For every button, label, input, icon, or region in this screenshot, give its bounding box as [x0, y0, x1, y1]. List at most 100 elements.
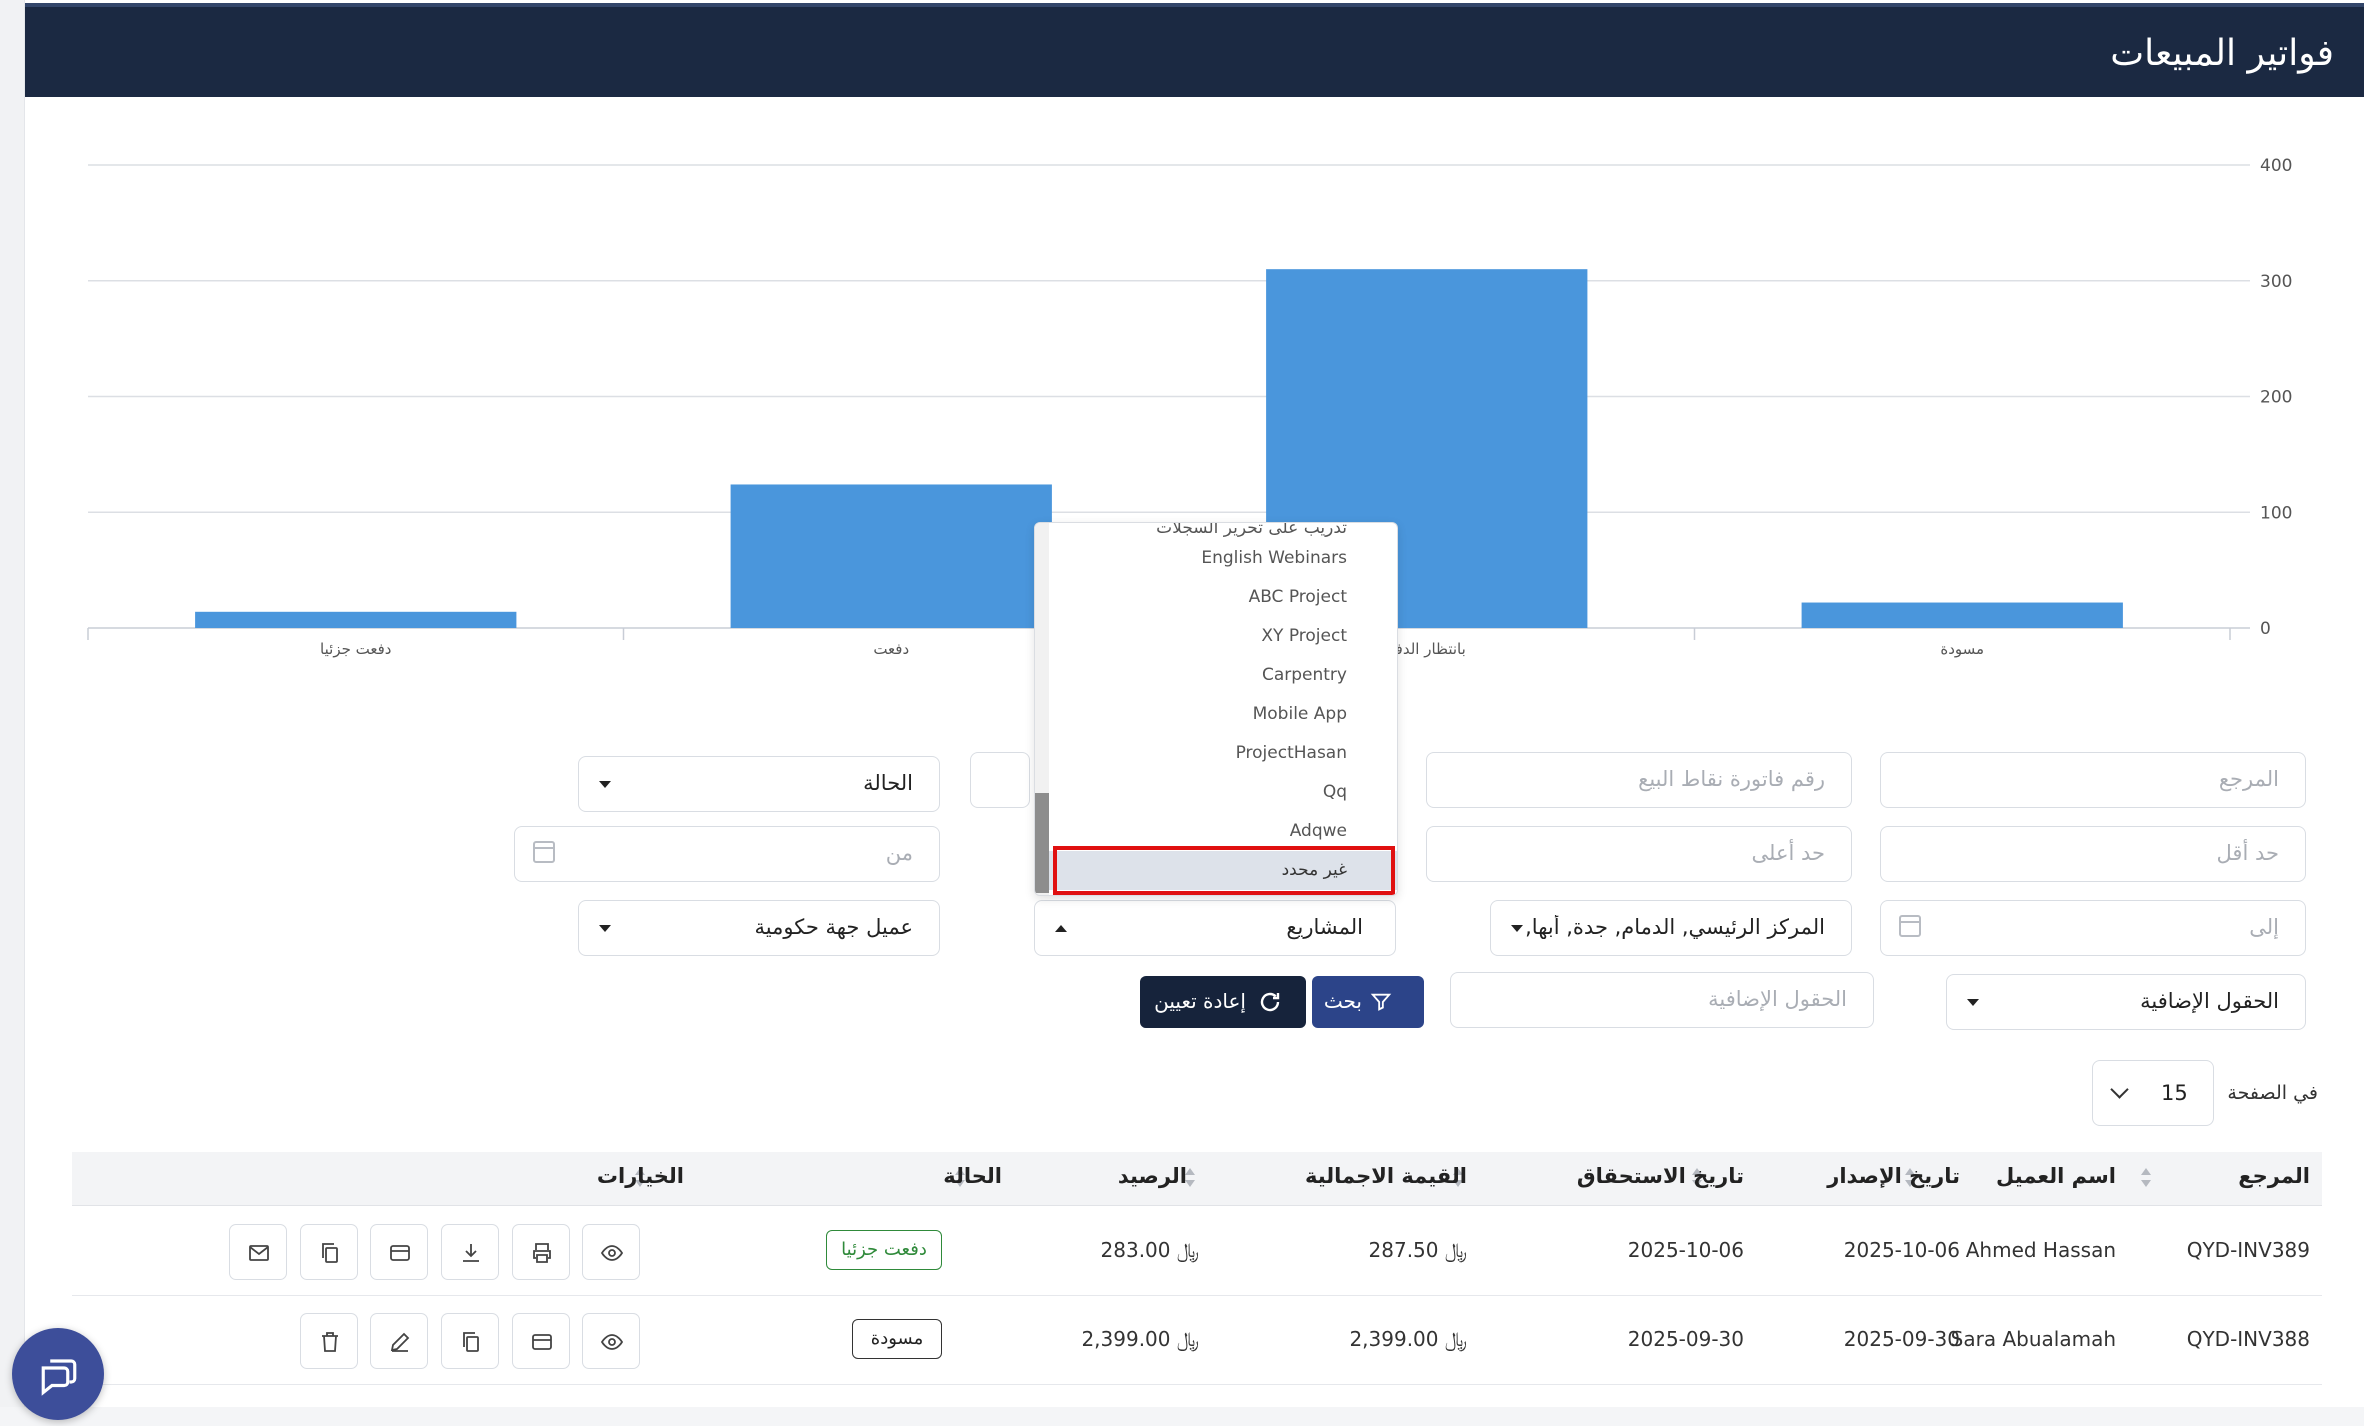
scrollbar-thumb[interactable]: [1035, 793, 1049, 893]
table-row[interactable]: [72, 1386, 2322, 1426]
view-button[interactable]: [582, 1224, 640, 1280]
pencil-icon: [390, 1332, 410, 1352]
extra-fields-select[interactable]: الحقول الإضافية: [1946, 974, 2306, 1030]
hidden-filter-input[interactable]: [970, 752, 1030, 808]
printer-icon: [533, 1243, 551, 1263]
dropdown-option-english-webinars[interactable]: English Webinars: [1049, 539, 1397, 578]
status-badge: مسودة: [852, 1319, 942, 1359]
extra-fields-input[interactable]: الحقول الإضافية: [1450, 972, 1874, 1028]
eye-icon: [600, 1334, 624, 1350]
download-icon: [463, 1244, 479, 1262]
table-row[interactable]: QYD-INV389 Ahmed Hassan 2025-10-06 2025-…: [72, 1208, 2322, 1296]
caret-up-icon: [1055, 925, 1067, 932]
date-to-input[interactable]: إلى: [1880, 900, 2306, 956]
th-total[interactable]: القيمة الاجمالية: [1305, 1164, 1467, 1188]
chat-icon: [41, 1359, 77, 1396]
status-select[interactable]: الحالة: [578, 756, 940, 812]
eye-icon: [600, 1245, 624, 1261]
page-title: فواتير المبيعات: [2110, 33, 2334, 74]
pos-invoice-placeholder: رقم فاتورة نقاط البيع: [1638, 767, 1825, 791]
cell-issue-date: 2025-10-06: [1843, 1238, 1960, 1262]
min-amount-input[interactable]: حد أقل: [1880, 826, 2306, 882]
download-button[interactable]: [441, 1224, 499, 1280]
max-amount-input[interactable]: حد أعلى: [1426, 826, 1852, 882]
th-status[interactable]: الحالة: [943, 1164, 1002, 1188]
bar: [730, 484, 1052, 628]
y-tick-label: 300: [2260, 272, 2292, 292]
cell-balance: 283.00 ﷼: [1100, 1238, 1199, 1262]
cell-reference[interactable]: QYD-INV389: [2187, 1238, 2310, 1262]
cell-total: 287.50 ﷼: [1368, 1238, 1467, 1262]
per-page-select[interactable]: 15: [2092, 1060, 2214, 1126]
sort-icon[interactable]: [2141, 1168, 2151, 1190]
dropdown-option-abc-project[interactable]: ABC Project: [1049, 578, 1397, 617]
view-button[interactable]: [582, 1313, 640, 1369]
th-customer[interactable]: اسم العميل: [1996, 1164, 2116, 1188]
th-reference[interactable]: المرجع: [2238, 1164, 2310, 1188]
chevron-down-icon: [2110, 1080, 2129, 1099]
x-tick-label: دفعت جزئيا: [320, 640, 391, 658]
caret-down-icon: [599, 781, 611, 788]
branches-select-value: المركز الرئيسي, الدمام, جدة, أبها, الف: [1525, 915, 1825, 939]
status-badge: دفعت جزئيا: [826, 1230, 942, 1270]
table-row[interactable]: QYD-INV388 Sara Abualamah 2025-09-30 202…: [72, 1297, 2322, 1385]
projects-select[interactable]: المشاريع: [1034, 900, 1396, 956]
pos-invoice-input[interactable]: رقم فاتورة نقاط البيع: [1426, 752, 1852, 808]
dropdown-scrollbar[interactable]: [1035, 523, 1049, 895]
date-from-placeholder: من: [885, 841, 913, 865]
y-tick-label: 100: [2260, 503, 2292, 523]
dropdown-option-xy-project[interactable]: XY Project: [1049, 617, 1397, 656]
cell-due-date: 2025-10-06: [1627, 1238, 1744, 1262]
chat-button[interactable]: [12, 1328, 104, 1420]
reset-button-label: إعادة تعيين: [1154, 989, 1246, 1013]
projects-select-value: المشاريع: [1286, 915, 1363, 939]
reference-input[interactable]: المرجع: [1880, 752, 2306, 808]
delete-button[interactable]: [300, 1313, 358, 1369]
credit-card-icon: [390, 1245, 410, 1261]
per-page-value: 15: [2161, 1081, 2188, 1105]
projects-dropdown-list: تدريب على تحرير السجلات English Webinars…: [1034, 522, 1398, 896]
date-from-input[interactable]: من: [514, 826, 940, 882]
cell-reference[interactable]: QYD-INV388: [2187, 1327, 2310, 1351]
copy-button[interactable]: [441, 1313, 499, 1369]
customer-type-select[interactable]: عميل جهة حكومية: [578, 900, 940, 956]
calendar-icon: [533, 841, 555, 863]
payment-button[interactable]: [370, 1224, 428, 1280]
caret-down-icon: [599, 925, 611, 932]
edit-button[interactable]: [370, 1313, 428, 1369]
y-tick-label: 0: [2260, 619, 2271, 639]
copy-icon: [463, 1332, 479, 1352]
extra-fields-value: الحقول الإضافية: [2140, 989, 2279, 1013]
status-select-value: الحالة: [863, 771, 913, 795]
dropdown-option-carpentry[interactable]: Carpentry: [1049, 656, 1397, 695]
trash-icon: [322, 1332, 338, 1352]
mail-icon: [249, 1245, 269, 1261]
x-tick-label: بانتظار الدفع: [1388, 640, 1466, 658]
min-amount-placeholder: حد أقل: [2216, 841, 2279, 865]
branches-select[interactable]: المركز الرئيسي, الدمام, جدة, أبها, الف: [1490, 900, 1852, 956]
per-page-label: في الصفحة: [2227, 1082, 2318, 1104]
cell-due-date: 2025-09-30: [1627, 1327, 1744, 1351]
th-balance[interactable]: الرصيد: [1118, 1164, 1187, 1188]
reset-button[interactable]: إعادة تعيين: [1140, 976, 1306, 1028]
email-button[interactable]: [229, 1224, 287, 1280]
page-header: فواتير المبيعات: [25, 3, 2364, 97]
copy-button[interactable]: [300, 1224, 358, 1280]
dropdown-option-projecthasan[interactable]: ProjectHasan: [1049, 734, 1397, 773]
customer-type-value: عميل جهة حكومية: [754, 915, 913, 939]
search-button-label: بحث: [1323, 989, 1362, 1013]
print-button[interactable]: [512, 1224, 570, 1280]
th-due-date[interactable]: تاريخ الاستحقاق: [1577, 1164, 1744, 1188]
dropdown-option-qq[interactable]: Qq: [1049, 773, 1397, 812]
dropdown-option-mobile-app[interactable]: Mobile App: [1049, 695, 1397, 734]
payment-button[interactable]: [512, 1313, 570, 1369]
calendar-icon: [1899, 915, 1921, 937]
y-tick-label: 200: [2260, 388, 2292, 408]
app-root: فواتير المبيعات 0 100 200 300 400 دفعت جزئيا د…: [0, 0, 2364, 1420]
highlight-box: [1053, 846, 1395, 895]
cell-balance: 2,399.00 ﷼: [1081, 1327, 1199, 1351]
bar: [1801, 602, 2123, 628]
search-button[interactable]: بحث: [1312, 976, 1424, 1028]
date-to-placeholder: إلى: [2249, 915, 2279, 939]
th-issue-date[interactable]: تاريخ الإصدار: [1827, 1164, 1960, 1188]
